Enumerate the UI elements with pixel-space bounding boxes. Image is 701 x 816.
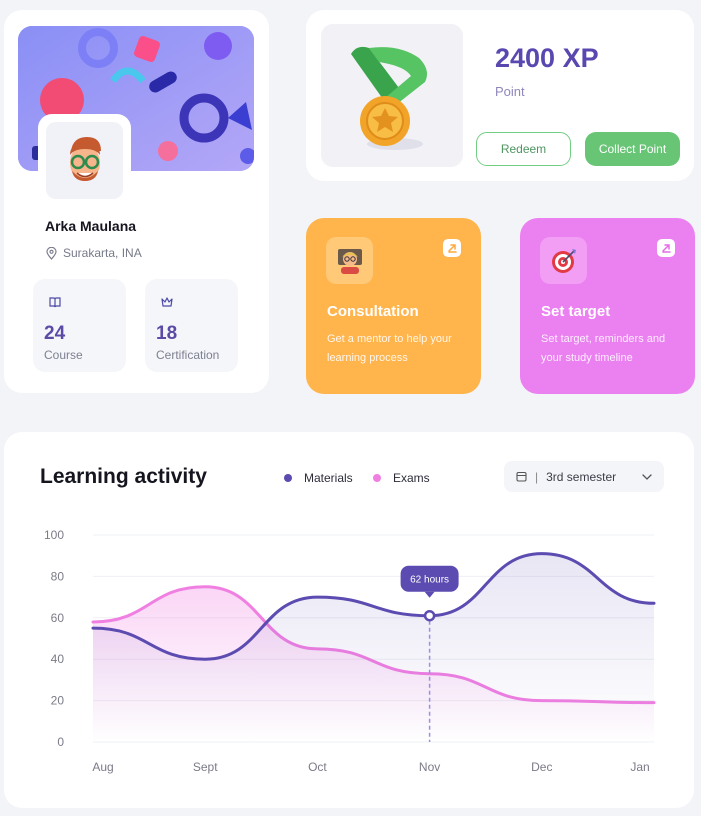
set-target-title: Set target xyxy=(541,303,611,320)
mentor-icon xyxy=(326,237,373,284)
xp-value: 2400 XP xyxy=(495,43,599,73)
collect-point-button[interactable]: Collect Point xyxy=(585,132,680,166)
medal-icon xyxy=(351,46,427,150)
location-text: Surakarta, INA xyxy=(63,246,142,260)
certification-label: Certification xyxy=(156,348,220,362)
x-tick-label: Sept xyxy=(193,760,218,774)
redeem-button[interactable]: Redeem xyxy=(476,132,571,166)
profile-card: Arka Maulana Surakarta, INA 24 Course 18… xyxy=(4,10,269,393)
avatar xyxy=(38,114,131,207)
open-consultation-arrow-icon[interactable] xyxy=(443,239,461,257)
x-tick-label: Oct xyxy=(308,760,327,774)
avatar-face-icon xyxy=(69,136,101,181)
xp-card: 2400 XP Point Redeem Collect Point xyxy=(306,10,694,181)
y-tick-label: 60 xyxy=(51,611,65,625)
y-tick-label: 40 xyxy=(51,652,65,666)
course-stat[interactable]: 24 Course xyxy=(33,279,126,372)
set-target-description: Set target, reminders and your study tim… xyxy=(541,333,666,364)
consultation-card[interactable]: Consultation Get a mentor to help your l… xyxy=(306,218,481,394)
x-tick-label: Nov xyxy=(419,760,440,774)
user-name: Arka Maulana xyxy=(45,218,137,234)
open-target-arrow-icon[interactable] xyxy=(657,239,675,257)
y-tick-label: 80 xyxy=(51,569,65,583)
set-target-card[interactable]: Set target Set target, reminders and you… xyxy=(520,218,695,394)
y-tick-label: 0 xyxy=(57,735,64,749)
certification-count: 18 xyxy=(156,323,178,344)
tooltip-point[interactable] xyxy=(423,609,436,622)
consultation-description: Get a mentor to help your learning proce… xyxy=(327,333,452,364)
xp-label: Point xyxy=(495,84,525,99)
book-icon xyxy=(49,297,61,308)
x-tick-label: Dec xyxy=(531,760,552,774)
tooltip-tail xyxy=(424,591,435,598)
certification-stat[interactable]: 18 Certification xyxy=(145,279,238,372)
course-label: Course xyxy=(44,348,83,362)
location: Surakarta, INA xyxy=(46,246,142,260)
course-count: 24 xyxy=(44,323,66,344)
tooltip-text: 62 hours xyxy=(410,575,449,586)
target-icon xyxy=(540,237,587,284)
x-tick-label: Jan xyxy=(630,760,649,774)
y-tick-label: 100 xyxy=(44,528,64,542)
location-pin-icon xyxy=(46,246,57,260)
medal-image xyxy=(321,24,463,167)
activity-chart: 0 20 40 60 80 100 Aug Sept Oct Nov Dec Jan 62 hours xyxy=(44,528,656,774)
consultation-title: Consultation xyxy=(327,303,419,320)
x-tick-label: Aug xyxy=(92,760,113,774)
crown-icon xyxy=(161,297,173,307)
y-tick-label: 20 xyxy=(51,694,65,708)
learning-activity-card: Learning activity Materials Exams | 3rd … xyxy=(4,432,694,808)
